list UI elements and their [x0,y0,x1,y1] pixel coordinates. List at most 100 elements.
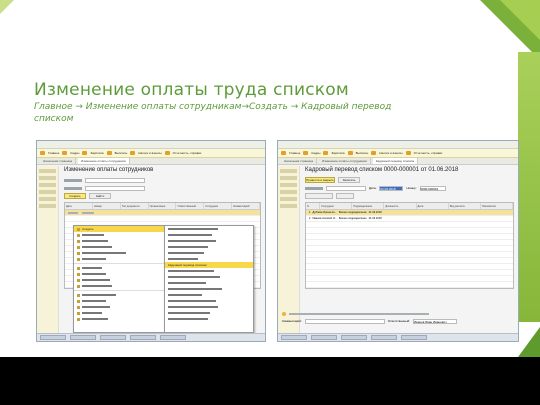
taskbar-item[interactable] [401,335,427,340]
command-bar: Провести и закрыть Записать [305,177,514,183]
sidebar-item[interactable] [39,183,56,187]
home-icon[interactable] [281,151,286,155]
taskbar-item[interactable] [130,335,156,340]
tab-pay-change[interactable]: Изменение оплаты сотрудников [319,158,371,164]
corner-decoration-bottom-right [518,327,540,357]
post-and-close-button[interactable]: Провести и закрыть [305,177,335,183]
filter-label [64,178,82,182]
add-button[interactable] [336,193,354,199]
menu-icon [77,233,80,237]
toolbar-item[interactable]: Зарплата [90,151,103,155]
taskbar-item[interactable] [160,335,186,340]
taskbar-item[interactable] [371,335,397,340]
sidebar-item[interactable] [39,176,56,180]
row-number: 1 [309,211,311,214]
tab-transfer-list[interactable]: Кадровый перевод списком [372,158,419,164]
create-button[interactable]: Создать [64,193,86,199]
responsible-field[interactable]: Иванов Иван Иванович [413,318,457,324]
main-toolbar: Главное Кадры Зарплата Выплаты Налоги и … [37,149,265,158]
menu-item[interactable] [74,256,164,262]
sidebar-item[interactable] [39,169,56,173]
section-icon [303,151,309,155]
taskbar-item[interactable] [100,335,126,340]
sidebar-item[interactable] [280,176,297,180]
toolbar-item[interactable]: Выплаты [356,151,369,155]
section-icon [347,151,353,155]
grid-header-cell[interactable]: Вид расчета [449,203,481,209]
menu-icon [77,305,80,309]
menu-icon [77,311,80,315]
grid-header-cell[interactable]: Дата [65,203,93,209]
toolbar-item[interactable]: Главное [48,151,59,155]
grid-header-cell[interactable]: Сотрудник [320,203,353,209]
toolbar-item[interactable]: Главное [289,151,300,155]
slide-title: Изменение оплаты труда списком [34,80,349,100]
number-label: Номер: [406,186,417,190]
submenu-item-label: Кадровый перевод списком [168,263,207,267]
toolbar-item[interactable]: Кадры [311,151,320,155]
tab-pay-change[interactable]: Изменение оплаты сотрудников [78,158,130,164]
taskbar-item[interactable] [281,335,307,340]
main-toolbar: Главное Кадры Зарплата Выплаты Налоги и … [278,149,518,158]
submenu-item-label [168,306,218,308]
row-department: Бизнес-подразделение [338,211,367,214]
grid-header-cell[interactable]: Ответственный [176,203,205,209]
taskbar-item[interactable] [341,335,367,340]
organization-field[interactable] [326,185,366,191]
taskbar-item[interactable] [311,335,337,340]
toolbar-item[interactable]: Налоги и взносы [138,151,161,155]
toolbar-item[interactable]: Отчетность, справки [414,151,443,155]
grid-header-cell[interactable]: Сотрудник [204,203,233,209]
taskbar-item[interactable] [70,335,96,340]
sidebar-item[interactable] [280,183,297,187]
sidebar-item[interactable] [280,204,297,208]
filter-field[interactable] [85,185,145,191]
submenu-item-label [168,312,210,314]
table-row[interactable] [306,282,513,288]
grid-header-cell[interactable]: Комментарий [232,203,261,209]
find-button[interactable]: Найти [89,193,111,199]
filter-row [64,177,261,183]
section-icon [62,151,68,155]
grid-header-cell[interactable]: Подразделение [352,203,385,209]
comment-field[interactable] [304,318,385,324]
taskbar-item[interactable] [40,335,66,340]
sidebar-item[interactable] [280,197,297,201]
toolbar-item[interactable]: Налоги и взносы [379,151,402,155]
home-icon[interactable] [40,151,45,155]
tab-home[interactable]: Начальная страница [281,158,318,164]
grid-header-cell[interactable]: Дата [417,203,449,209]
sidebar-item[interactable] [39,190,56,194]
submenu: Кадровый перевод списком [164,225,254,333]
menu-item[interactable] [74,316,164,322]
filter-field[interactable] [85,177,145,183]
grid-header-cell[interactable]: Тип документа [121,203,149,209]
submenu-item[interactable] [165,316,253,322]
toolbar-item[interactable]: Кадры [70,151,79,155]
menu-item[interactable] [74,283,164,289]
save-button[interactable]: Записать [338,177,360,183]
tab-home[interactable]: Начальная страница [40,158,77,164]
fill-button[interactable] [305,193,333,199]
toolbar-item[interactable]: Отчетность, справки [173,151,202,155]
grid-header-cell[interactable]: Организация [149,203,177,209]
menu-icon [77,257,80,261]
sidebar-item[interactable] [280,169,297,173]
submenu-item-label [168,258,198,260]
sidebar-item[interactable] [39,197,56,201]
grid-header-cell[interactable]: Должность [384,203,417,209]
sidebar-item[interactable] [280,190,297,194]
menu-item-label [82,279,110,281]
menu-separator [74,290,164,291]
menu-item-label [82,273,106,275]
create-icon [77,227,80,231]
sidebar-item[interactable] [39,204,56,208]
number-field[interactable]: 0000-000001 [419,185,446,191]
info-icon [282,312,286,316]
grid-header-cell[interactable]: Показатели [481,203,513,209]
grid-header-cell[interactable]: N [306,203,321,209]
grid-header-cell[interactable]: Номер [93,203,121,209]
toolbar-item[interactable]: Выплаты [115,151,128,155]
toolbar-item[interactable]: Зарплата [331,151,344,155]
date-field[interactable]: 01.06.2018 [379,185,404,191]
